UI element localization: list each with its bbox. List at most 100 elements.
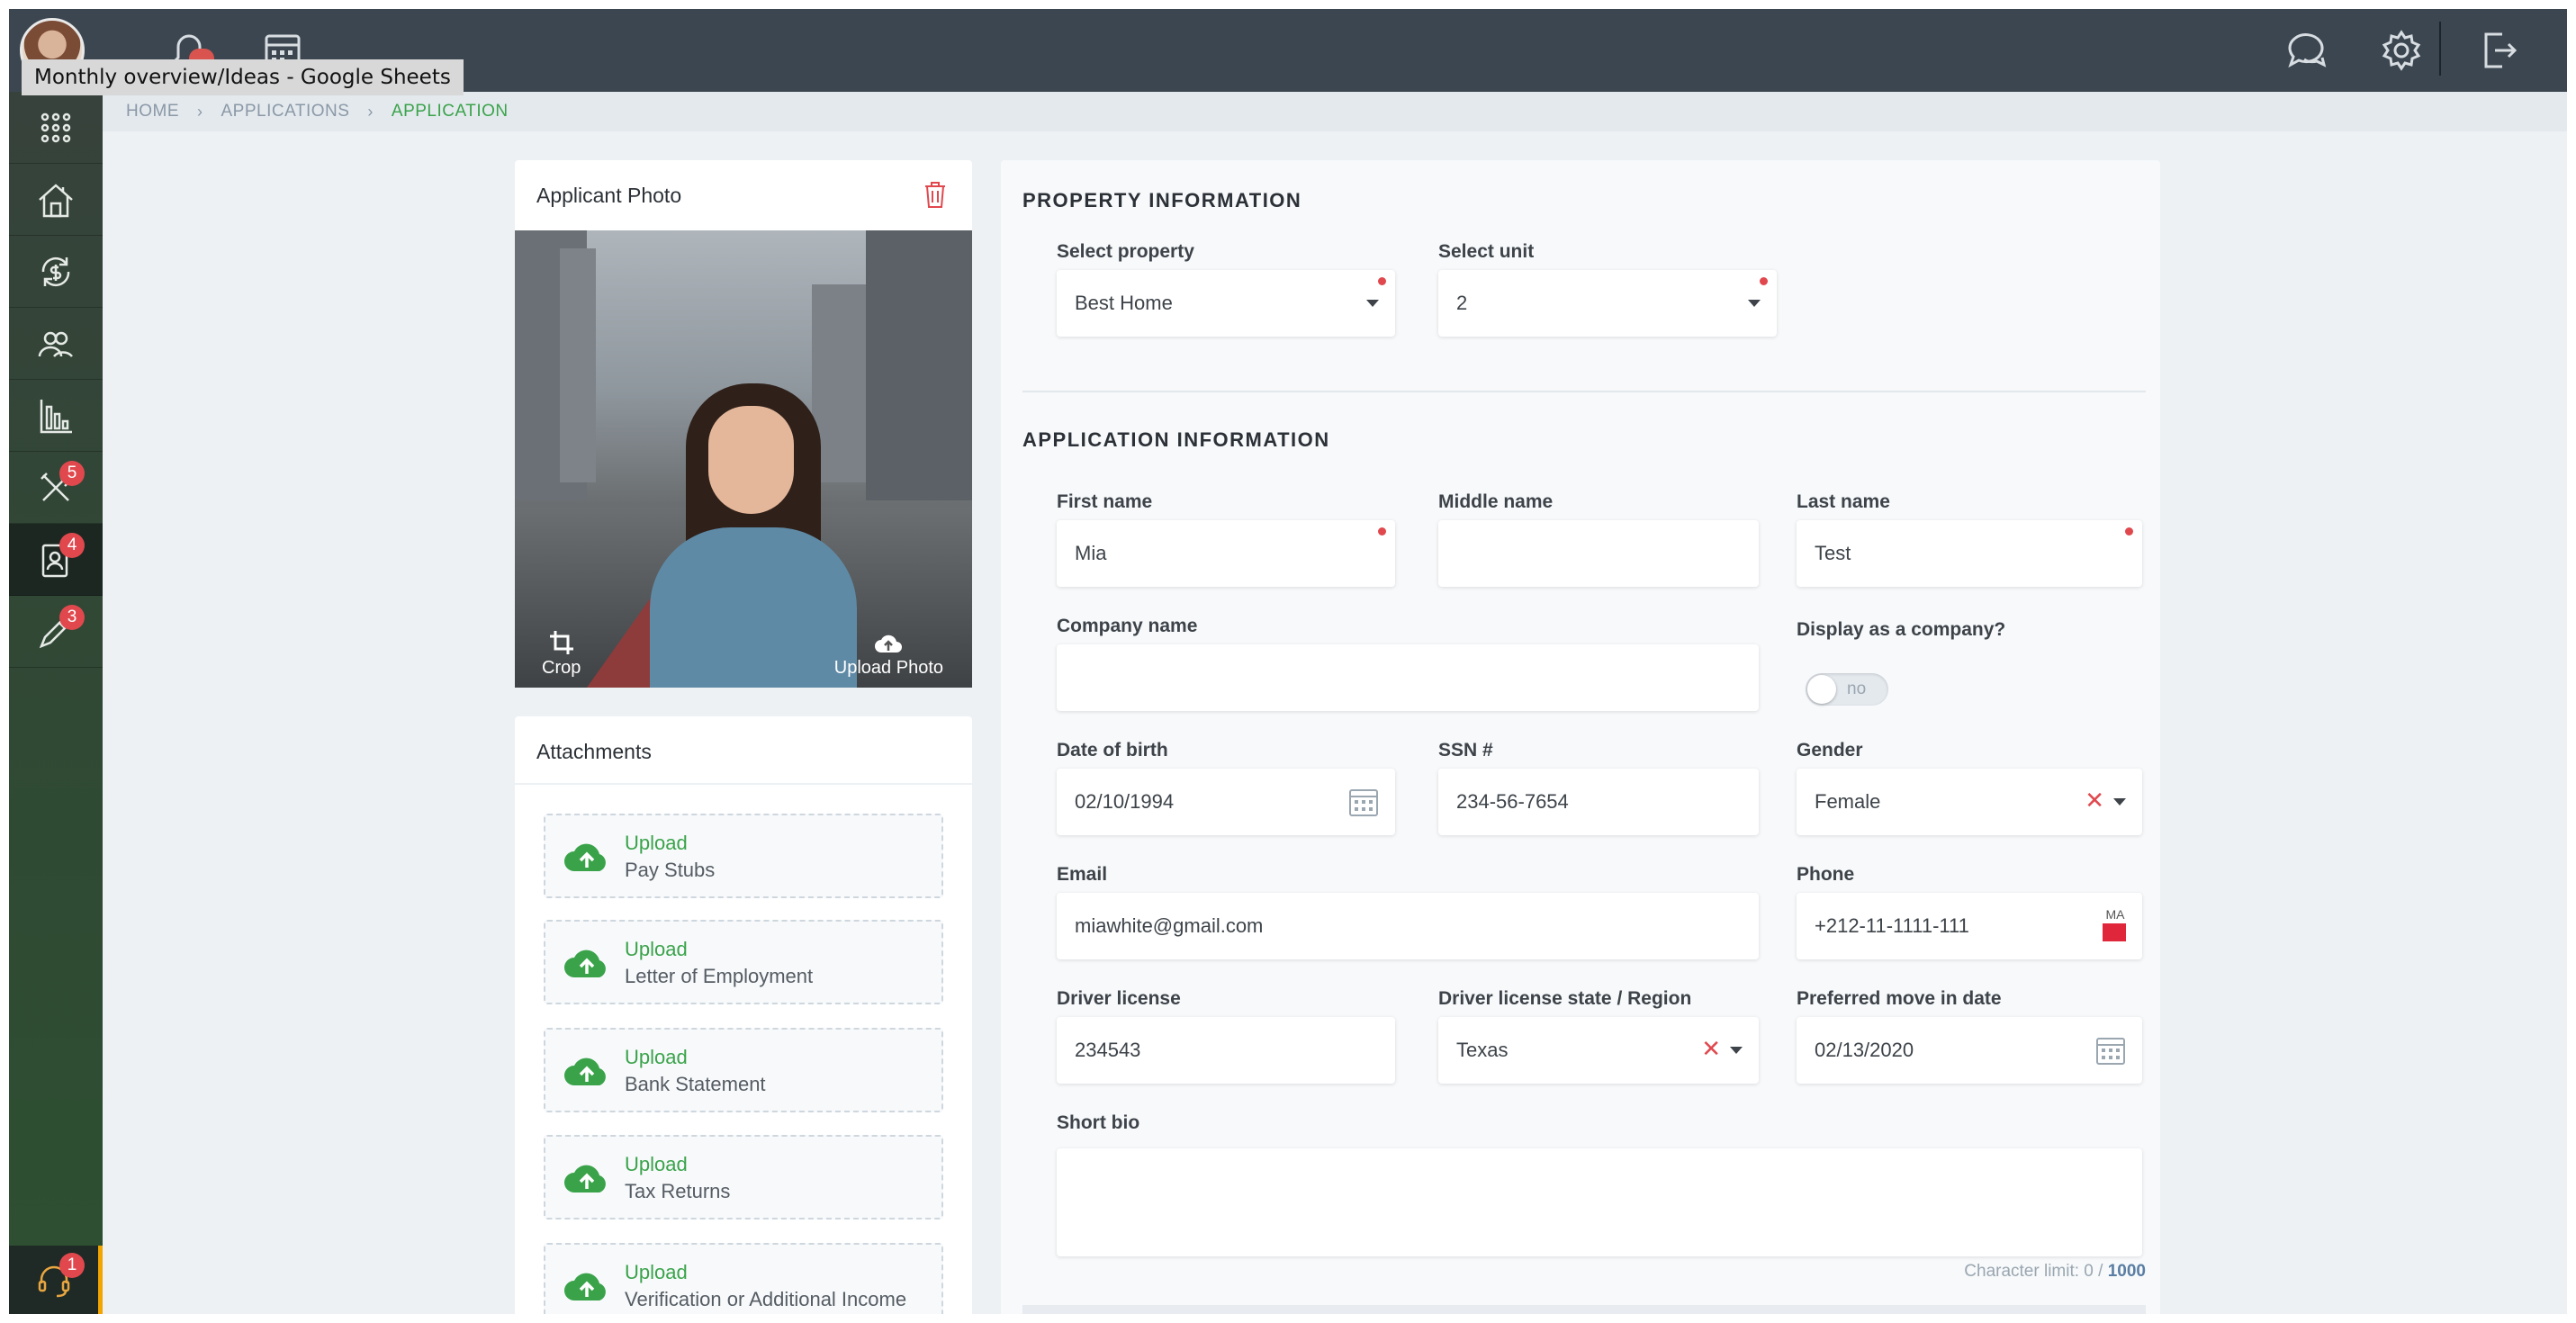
select-property-dropdown[interactable]: Best Home xyxy=(1057,270,1395,337)
apps-grid-icon xyxy=(41,112,71,142)
people-icon xyxy=(38,331,73,357)
applicant-photo: Crop Upload Photo xyxy=(515,230,972,688)
cloud-upload-icon xyxy=(564,1273,606,1300)
display-company-toggle[interactable]: no xyxy=(1806,673,1888,706)
upload-pay-stubs[interactable]: Upload Pay Stubs xyxy=(544,814,943,898)
short-bio-label: Short bio xyxy=(1057,1112,1140,1133)
last-name-label: Last name xyxy=(1797,491,1890,512)
gear-icon[interactable] xyxy=(2378,27,2425,74)
caret-down-icon xyxy=(1748,300,1761,307)
chat-icon[interactable] xyxy=(2283,27,2329,74)
select-unit-label: Select unit xyxy=(1438,241,1535,262)
license-state-dropdown[interactable]: Texas ✕ xyxy=(1438,1017,1759,1084)
cloud-upload-icon xyxy=(564,950,606,977)
char-limit-prefix: Character limit: 0 / xyxy=(1964,1262,2108,1281)
character-limit: Character limit: 0 / 1000 xyxy=(1964,1262,2146,1282)
upload-name: Letter of Employment xyxy=(625,965,814,987)
select-property-label: Select property xyxy=(1057,241,1194,262)
phone-value: +212-11-1111-111 xyxy=(1815,914,1969,937)
required-dot xyxy=(1378,277,1386,285)
trash-icon[interactable] xyxy=(922,180,949,213)
upload-action: Upload xyxy=(625,1046,688,1068)
sidebar-item-properties[interactable] xyxy=(9,164,103,236)
upload-action: Upload xyxy=(625,1153,688,1175)
sidebar-item-reports[interactable] xyxy=(9,380,103,452)
required-dot xyxy=(1378,527,1386,536)
last-name-value: Test xyxy=(1815,542,1851,564)
driver-license-label: Driver license xyxy=(1057,988,1181,1009)
sidebar-item-tools[interactable]: 5 xyxy=(9,452,103,524)
scroll-fade xyxy=(1022,1305,2146,1314)
phone-field[interactable]: +212-11-1111-111 MA xyxy=(1797,893,2142,959)
country-code: MA xyxy=(2105,907,2125,922)
edit-badge: 3 xyxy=(59,605,85,630)
ssn-value: 234-56-7654 xyxy=(1456,790,1569,813)
sidebar-item-finance[interactable] xyxy=(9,236,103,308)
breadcrumb-current: APPLICATION xyxy=(391,102,509,121)
middle-name-label: Middle name xyxy=(1438,491,1554,512)
short-bio-textarea[interactable] xyxy=(1057,1148,2142,1256)
select-unit-dropdown[interactable]: 2 xyxy=(1438,270,1777,337)
chevron-right-icon: › xyxy=(197,102,203,121)
calendar-icon[interactable] xyxy=(1348,787,1379,817)
first-name-label: First name xyxy=(1057,491,1153,512)
application-section-title: APPLICATION INFORMATION xyxy=(1022,428,1330,451)
upload-photo-button[interactable]: Upload Photo xyxy=(834,633,943,679)
phone-label: Phone xyxy=(1797,864,1855,885)
section-divider xyxy=(1022,391,2146,392)
sidebar-item-applications[interactable]: 4 xyxy=(9,524,103,596)
clear-icon[interactable]: ✕ xyxy=(1701,1037,1721,1060)
country-selector[interactable]: MA xyxy=(2103,907,2128,941)
ssn-field[interactable]: 234-56-7654 xyxy=(1438,769,1759,835)
upload-letter-of-employment[interactable]: Upload Letter of Employment xyxy=(544,920,943,1004)
breadcrumb-home[interactable]: HOME xyxy=(126,102,179,122)
license-state-value: Texas xyxy=(1456,1039,1509,1061)
finance-icon xyxy=(41,256,70,286)
sidebar-item-people[interactable] xyxy=(9,308,103,380)
upload-name: Verification or Additional Income xyxy=(625,1288,907,1310)
cloud-upload-icon xyxy=(564,1058,606,1085)
required-dot xyxy=(2125,527,2133,536)
crop-label: Crop xyxy=(542,658,581,678)
caret-down-icon xyxy=(1730,1047,1743,1054)
company-name-field[interactable] xyxy=(1057,644,1759,711)
support-button[interactable]: 1 xyxy=(9,1246,103,1314)
cloud-upload-icon xyxy=(564,843,606,871)
reports-icon xyxy=(40,399,72,433)
logout-icon[interactable] xyxy=(2475,27,2522,74)
calendar-icon[interactable] xyxy=(2095,1035,2126,1066)
sidebar-item-apps[interactable] xyxy=(9,92,103,164)
crop-button[interactable]: Crop xyxy=(542,629,581,679)
property-section-title: PROPERTY INFORMATION xyxy=(1022,189,1302,212)
crop-icon xyxy=(549,631,573,654)
breadcrumb-applications[interactable]: APPLICATIONS xyxy=(221,102,350,122)
clear-icon[interactable]: ✕ xyxy=(2085,788,2104,812)
select-property-value: Best Home xyxy=(1075,292,1173,314)
upload-action: Upload xyxy=(625,938,688,960)
app-window: Monthly overview/Ideas - Google Sheets 5… xyxy=(9,9,2567,1314)
gender-dropdown[interactable]: Female ✕ xyxy=(1797,769,2142,835)
ssn-label: SSN # xyxy=(1438,740,1493,760)
upload-tax-returns[interactable]: Upload Tax Returns xyxy=(544,1135,943,1220)
email-value: miawhite@gmail.com xyxy=(1075,914,1264,937)
support-badge: 1 xyxy=(59,1253,85,1278)
license-state-label: Driver license state / Region xyxy=(1438,988,1692,1009)
sidebar-item-edit[interactable]: 3 xyxy=(9,596,103,668)
flag-icon xyxy=(2103,923,2126,941)
email-field[interactable]: miawhite@gmail.com xyxy=(1057,893,1759,959)
upload-verification-income[interactable]: Upload Verification or Additional Income xyxy=(544,1243,943,1314)
dob-field[interactable]: 02/10/1994 xyxy=(1057,769,1395,835)
toggle-state: no xyxy=(1847,680,1867,698)
upload-name: Pay Stubs xyxy=(625,859,716,881)
last-name-field[interactable]: Test xyxy=(1797,520,2142,587)
caret-down-icon xyxy=(1366,300,1379,307)
move-date-field[interactable]: 02/13/2020 xyxy=(1797,1017,2142,1084)
driver-license-field[interactable]: 234543 xyxy=(1057,1017,1395,1084)
middle-name-field[interactable] xyxy=(1438,520,1759,587)
upload-bank-statement[interactable]: Upload Bank Statement xyxy=(544,1028,943,1112)
property-icon xyxy=(39,183,73,217)
first-name-field[interactable]: Mia xyxy=(1057,520,1395,587)
window-tooltip: Monthly overview/Ideas - Google Sheets xyxy=(22,59,464,95)
gender-label: Gender xyxy=(1797,740,1863,760)
display-company-label: Display as a company? xyxy=(1797,619,2006,640)
